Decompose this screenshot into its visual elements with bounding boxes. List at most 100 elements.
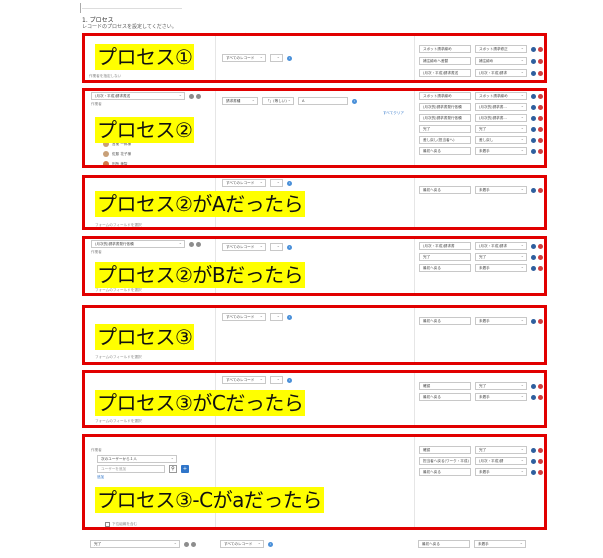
condition-select-extra[interactable] [270, 376, 283, 384]
condition-select[interactable]: すべてのレコード [220, 540, 264, 548]
action-name-input[interactable]: 最初へ戻る [419, 468, 471, 476]
next-status-select[interactable]: 未着手 [475, 468, 527, 476]
remove-action-icon[interactable] [538, 70, 543, 76]
add-action-icon[interactable] [531, 447, 536, 453]
add-user-link[interactable]: 追加 [97, 475, 104, 480]
remove-action-icon[interactable] [538, 458, 543, 464]
remove-action-icon[interactable] [538, 93, 543, 99]
add-action-icon[interactable] [531, 383, 536, 389]
add-action-icon[interactable] [531, 58, 536, 64]
next-status-select[interactable]: (月次的)請求書... [475, 114, 527, 122]
remove-action-icon[interactable] [538, 254, 543, 260]
assignee-select[interactable]: 次のユーザーから１人 [97, 455, 177, 463]
remove-action-icon[interactable] [538, 58, 543, 64]
remove-action-icon[interactable] [538, 137, 543, 143]
next-status-select[interactable]: (月次・平成)請求 [475, 69, 527, 77]
add-action-icon[interactable] [531, 187, 536, 193]
add-action-icon[interactable] [531, 70, 536, 76]
next-status-select[interactable]: 補注締め [475, 57, 527, 65]
add-action-icon[interactable] [531, 137, 536, 143]
add-action-icon[interactable] [531, 46, 536, 52]
include-sub-org-checkbox[interactable]: 下位組織を含む [105, 522, 137, 527]
condition-select[interactable]: すべてのレコード [222, 54, 266, 62]
action-name-input[interactable]: 確認 [419, 446, 471, 454]
remove-action-icon[interactable] [538, 104, 543, 110]
action-name-input[interactable]: 差し戻し(担当者へ) [419, 136, 471, 144]
checkbox-icon[interactable] [105, 522, 110, 527]
remove-action-icon[interactable] [538, 469, 543, 475]
next-status-select[interactable]: 完了 [475, 253, 527, 261]
info-icon[interactable]: i [268, 541, 273, 547]
filter-field-select[interactable]: 請求書種 [222, 97, 258, 105]
action-name-input[interactable]: 完了 [419, 253, 471, 261]
remove-action-icon[interactable] [538, 383, 543, 389]
add-action-icon[interactable] [531, 458, 536, 464]
next-status-select[interactable]: 差し戻し [475, 136, 527, 144]
action-name-input[interactable]: スポット請求締め [419, 45, 471, 53]
next-status-select[interactable]: スポット請求締め [475, 92, 527, 100]
search-icon[interactable]: ⚲ [169, 465, 177, 473]
add-action-icon[interactable] [531, 148, 536, 154]
condition-select-extra[interactable] [270, 313, 283, 321]
next-status-select[interactable]: 未着手 [474, 540, 526, 548]
delete-icon[interactable] [196, 93, 201, 99]
info-icon[interactable]: i [287, 180, 292, 186]
remove-action-icon[interactable] [538, 115, 543, 121]
next-status-select[interactable]: 未着手 [475, 264, 527, 272]
add-action-icon[interactable] [531, 469, 536, 475]
next-status-select[interactable]: 完了 [475, 382, 527, 390]
next-status-select[interactable]: 未着手 [475, 147, 527, 155]
move-icon[interactable] [184, 541, 189, 547]
action-name-input[interactable]: 最初へ戻る [419, 186, 471, 194]
info-icon[interactable]: i [287, 377, 292, 383]
action-name-input[interactable]: 完了 [419, 125, 471, 133]
next-status-select[interactable]: 未着手 [475, 317, 527, 325]
next-status-select[interactable]: (月次・平成)請求 [475, 242, 527, 250]
add-action-icon[interactable] [531, 115, 536, 121]
remove-action-icon[interactable] [538, 243, 543, 249]
action-name-input[interactable]: (月次的)請求書発行依頼 [419, 114, 471, 122]
remove-action-icon[interactable] [538, 318, 543, 324]
next-status-select[interactable]: スポット請求修正 [475, 45, 527, 53]
action-name-input[interactable]: 最初へ戻る [419, 264, 471, 272]
info-icon[interactable]: i [352, 98, 357, 104]
action-name-input[interactable]: 補注締めへ差替 [419, 57, 471, 65]
add-action-icon[interactable] [531, 265, 536, 271]
info-icon[interactable]: i [287, 314, 292, 320]
add-action-icon[interactable] [531, 93, 536, 99]
delete-icon[interactable] [191, 541, 196, 547]
add-action-icon[interactable] [531, 394, 536, 400]
next-status-select[interactable]: 未着手 [475, 186, 527, 194]
add-user-icon[interactable]: + [181, 465, 189, 473]
action-name-input[interactable]: スポット請求締め [419, 92, 471, 100]
next-status-select[interactable]: 未着手 [475, 393, 527, 401]
remove-action-icon[interactable] [538, 265, 543, 271]
action-name-input[interactable]: (月次的)請求書発行依頼 [419, 103, 471, 111]
action-name-input[interactable]: 最初へ戻る [419, 147, 471, 155]
next-status-select[interactable]: (月次的)請求書... [475, 103, 527, 111]
move-icon[interactable] [189, 93, 194, 99]
condition-select-extra[interactable] [270, 54, 283, 62]
delete-icon[interactable] [196, 241, 201, 247]
status-select[interactable]: 完了 [90, 540, 180, 548]
action-name-input[interactable]: 最初へ戻る [419, 317, 471, 325]
move-icon[interactable] [189, 241, 194, 247]
action-name-input[interactable]: (月次・平成)請求書送 [419, 69, 471, 77]
add-action-icon[interactable] [531, 126, 536, 132]
action-name-input[interactable]: 最初へ戻る [419, 393, 471, 401]
next-status-select[interactable]: 完了 [475, 125, 527, 133]
condition-select[interactable]: すべてのレコード [222, 243, 266, 251]
action-name-input[interactable]: (月次・平成)請求書 [419, 242, 471, 250]
add-action-icon[interactable] [531, 243, 536, 249]
remove-action-icon[interactable] [538, 126, 543, 132]
status-select[interactable]: (月次・平成)請求書送 [91, 92, 185, 100]
remove-action-icon[interactable] [538, 394, 543, 400]
action-name-input[interactable]: 最初へ戻る [418, 540, 470, 548]
status-select[interactable]: (月次的)請求書発行依頼 [91, 240, 185, 248]
info-icon[interactable]: i [287, 55, 292, 61]
user-search-input[interactable]: ユーザーを追加 [97, 465, 165, 473]
add-action-icon[interactable] [531, 104, 536, 110]
remove-action-icon[interactable] [538, 447, 543, 453]
filter-operator-select[interactable]: 「」(等しい) [262, 97, 294, 105]
info-icon[interactable]: i [287, 244, 292, 250]
